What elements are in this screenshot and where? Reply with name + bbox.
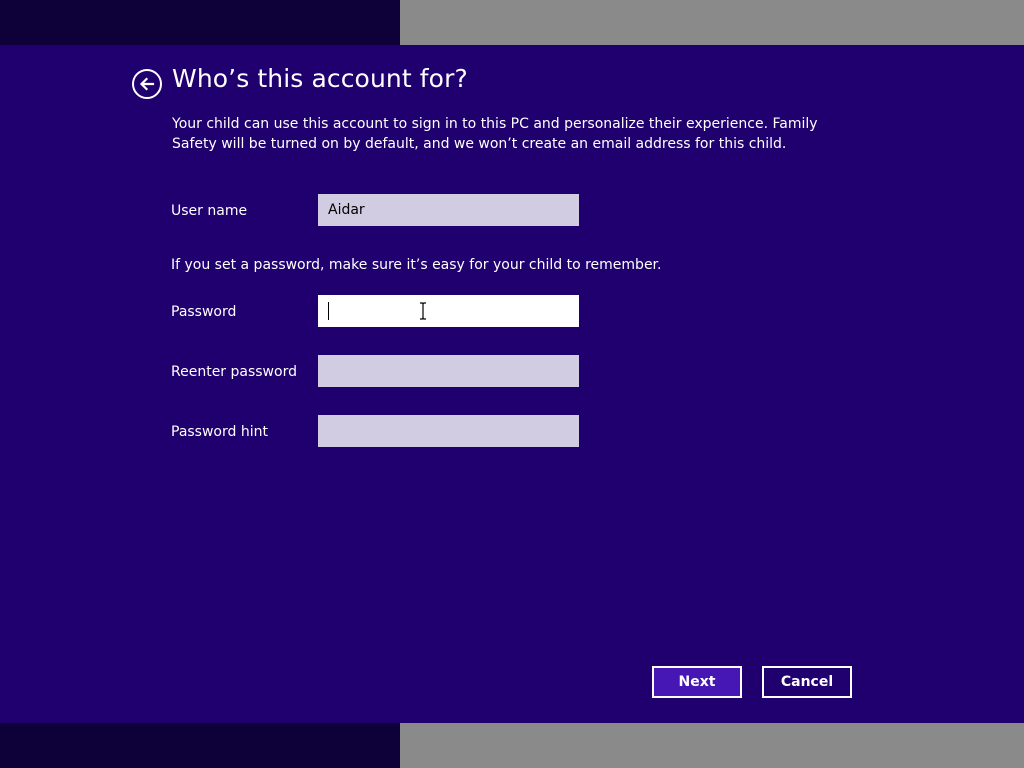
back-button[interactable] (132, 69, 162, 99)
cancel-button[interactable]: Cancel (762, 666, 852, 698)
reenter-password-input[interactable] (318, 355, 579, 387)
back-arrow-icon (139, 77, 155, 91)
next-button[interactable]: Next (652, 666, 742, 698)
page-description: Your child can use this account to sign … (172, 116, 818, 152)
top-band-gray (400, 0, 1024, 45)
bottom-band-gray (400, 723, 1024, 768)
username-input[interactable] (318, 194, 579, 226)
password-advice-text: If you set a password, make sure it’s ea… (171, 257, 662, 273)
password-hint-input[interactable] (318, 415, 579, 447)
page-title: Who’s this account for? (172, 64, 468, 93)
bottom-band-dark (0, 723, 400, 768)
top-band (0, 0, 1024, 45)
password-input[interactable] (318, 295, 579, 327)
text-caret (328, 302, 329, 320)
username-label: User name (171, 203, 248, 219)
reenter-password-label: Reenter password (171, 364, 297, 380)
password-hint-label: Password hint (171, 424, 268, 440)
text-cursor-icon (420, 302, 426, 320)
password-label: Password (171, 304, 237, 320)
bottom-band (0, 723, 1024, 768)
top-band-dark (0, 0, 400, 45)
